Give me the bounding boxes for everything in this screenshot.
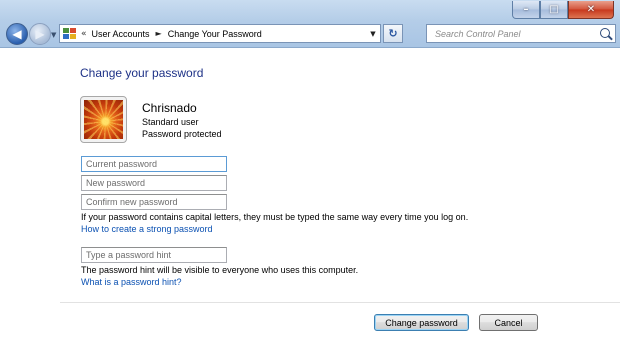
address-bar[interactable]: « User Accounts ► Change Your Password ▼: [59, 24, 381, 43]
caps-notice: If your password contains capital letter…: [81, 212, 469, 222]
refresh-button[interactable]: ↻: [383, 24, 403, 43]
search-input[interactable]: [433, 27, 597, 40]
refresh-icon: ↻: [388, 27, 398, 40]
breadcrumb-user-accounts[interactable]: User Accounts: [92, 29, 150, 39]
current-password-input[interactable]: [81, 156, 227, 172]
recent-pages-dropdown[interactable]: ▼: [51, 31, 56, 39]
search-box[interactable]: [426, 24, 616, 43]
confirm-password-input[interactable]: [81, 194, 227, 210]
back-arrow-icon: ◀: [12, 27, 22, 41]
user-name: Chrisnado: [142, 101, 197, 115]
change-password-button[interactable]: Change password: [374, 314, 469, 331]
page-title: Change your password: [80, 66, 204, 80]
forward-button[interactable]: ▶: [29, 23, 51, 45]
breadcrumb-arrow-icon[interactable]: ►: [156, 29, 162, 38]
hint-notice: The password hint will be visible to eve…: [81, 265, 359, 275]
address-dropdown-icon[interactable]: ▼: [366, 25, 380, 42]
new-password-input[interactable]: [81, 175, 227, 191]
forward-arrow-icon: ▶: [35, 27, 45, 41]
password-hint-input[interactable]: [81, 247, 227, 263]
window-controls: – □ ✕: [512, 1, 614, 19]
maximize-button[interactable]: □: [540, 1, 568, 19]
breadcrumb-overflow[interactable]: «: [81, 29, 87, 39]
cancel-button[interactable]: Cancel: [479, 314, 538, 331]
back-button[interactable]: ◀: [6, 23, 28, 45]
user-type: Standard user: [142, 117, 199, 127]
user-avatar: [80, 96, 127, 143]
strong-password-link[interactable]: How to create a strong password: [81, 224, 213, 234]
minimize-button[interactable]: –: [512, 1, 540, 19]
footer-divider: [60, 302, 620, 303]
password-hint-link[interactable]: What is a password hint?: [81, 277, 182, 287]
search-icon[interactable]: [600, 28, 610, 38]
user-password-status: Password protected: [142, 129, 222, 139]
close-button[interactable]: ✕: [568, 1, 614, 19]
breadcrumb-change-password[interactable]: Change Your Password: [168, 29, 262, 39]
control-panel-icon: [63, 27, 77, 40]
